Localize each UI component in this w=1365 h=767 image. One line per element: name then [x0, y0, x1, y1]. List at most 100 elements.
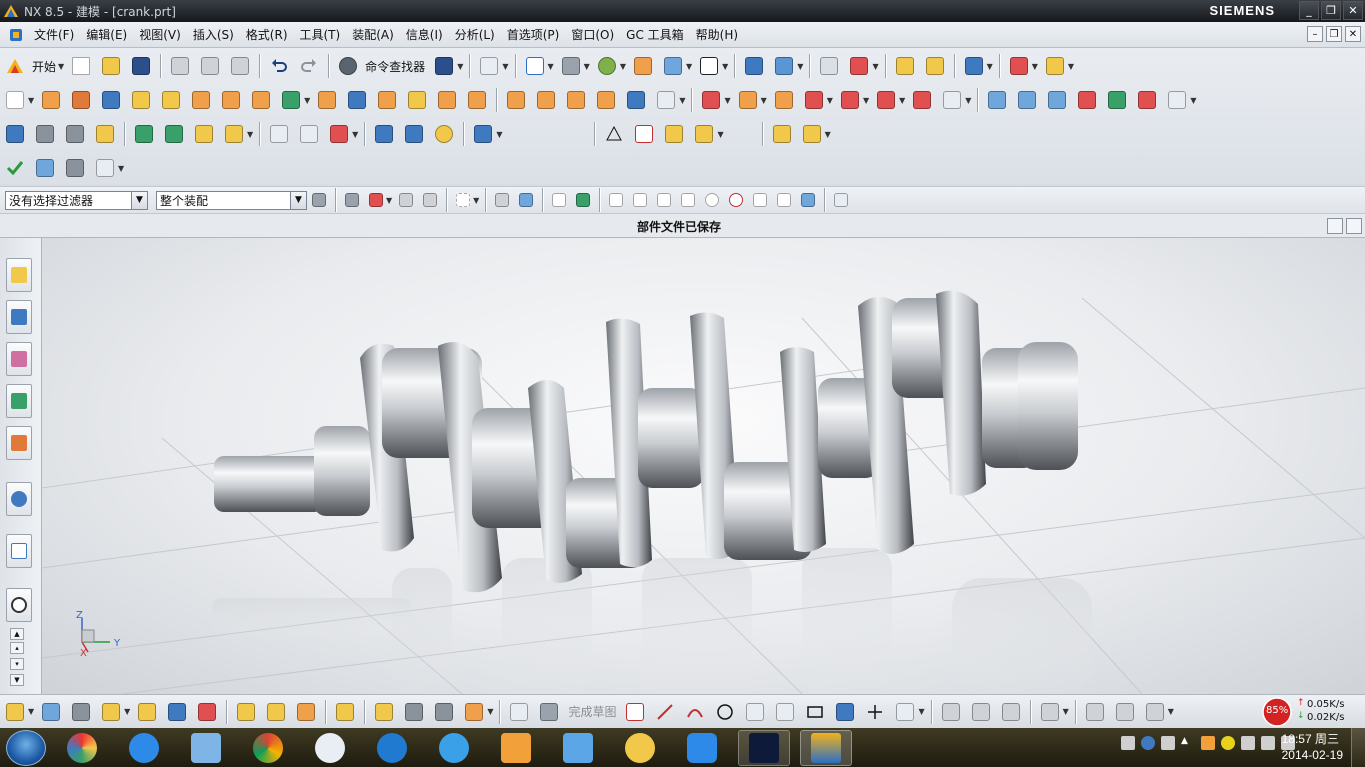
web-browser-tab[interactable] [6, 482, 32, 516]
full-screen-icon[interactable] [1346, 218, 1362, 234]
snap-center-icon[interactable] [702, 187, 722, 213]
chamfer-icon[interactable] [404, 87, 430, 113]
menu-tools[interactable]: 工具(T) [294, 26, 347, 43]
snap-curve-icon[interactable] [654, 187, 674, 213]
reference-set-icon[interactable] [38, 699, 64, 725]
add-part-icon[interactable] [98, 699, 124, 725]
show-hidden-icon[interactable]: ▲ [1181, 736, 1195, 750]
snap-intersection-icon[interactable] [750, 187, 770, 213]
datum-csys-icon[interactable] [846, 53, 872, 79]
copy-icon[interactable] [197, 53, 223, 79]
snap-quadrant-icon[interactable] [726, 187, 746, 213]
media-disc-icon[interactable] [304, 730, 356, 766]
hole-icon[interactable] [158, 87, 184, 113]
menu-file[interactable]: 文件(F) [28, 26, 80, 43]
open-folder-icon[interactable] [98, 53, 124, 79]
pull-face-icon[interactable] [735, 87, 761, 113]
select-component-icon[interactable] [516, 187, 536, 213]
assembly-order-icon[interactable] [2, 699, 28, 725]
status-cue-icon[interactable] [1327, 218, 1343, 234]
mirror-icon[interactable] [164, 699, 190, 725]
replace-component-icon[interactable] [134, 699, 160, 725]
app-menu-icon[interactable] [8, 27, 24, 43]
fillet-icon[interactable] [742, 699, 768, 725]
auto-constrain-icon[interactable] [1142, 699, 1168, 725]
pinwheel-app-icon[interactable] [56, 730, 108, 766]
assembly-yellow-icon[interactable] [769, 121, 795, 147]
explosion-icon[interactable] [233, 699, 259, 725]
active-app-icon[interactable] [738, 729, 790, 766]
gc-check-icon[interactable] [470, 121, 496, 147]
chevron-down-icon[interactable]: ▼ [131, 191, 147, 209]
k-app-icon[interactable] [366, 730, 418, 766]
polygon-icon[interactable] [832, 699, 858, 725]
assembly-constraint-icon[interactable] [194, 699, 220, 725]
triangle-sketch-icon[interactable] [601, 121, 627, 147]
synchronous-move-icon[interactable] [698, 87, 724, 113]
hd3d-tools-tab[interactable] [6, 426, 32, 460]
draft-icon[interactable] [464, 87, 490, 113]
mirror-assembly-icon[interactable] [191, 121, 217, 147]
assembly-navigator-icon[interactable] [2, 121, 28, 147]
menu-assembly[interactable]: 装配(A) [346, 26, 400, 43]
revolve-icon[interactable] [68, 87, 94, 113]
emboss-icon[interactable] [593, 87, 619, 113]
route-icon[interactable] [401, 699, 427, 725]
arc-icon[interactable] [296, 121, 322, 147]
offset-face-icon[interactable] [503, 87, 529, 113]
assembly-navigator-tab[interactable] [6, 258, 32, 292]
thicken-icon[interactable] [533, 87, 559, 113]
paper-plane-icon[interactable] [552, 730, 604, 766]
save-as-icon[interactable] [431, 53, 457, 79]
snap-settings-icon[interactable] [573, 187, 593, 213]
snap-line-icon[interactable] [606, 187, 626, 213]
n-sided-surface-icon[interactable] [1074, 87, 1100, 113]
reuse-library-tab[interactable] [6, 384, 32, 418]
paste-icon[interactable] [227, 53, 253, 79]
scroll-up-small-icon[interactable]: ▴ [10, 642, 24, 654]
background-icon[interactable] [696, 53, 722, 79]
system-materials-tab[interactable] [6, 588, 32, 622]
keyboard-icon[interactable] [1121, 736, 1135, 750]
harness-icon[interactable] [431, 699, 457, 725]
sequence-icon[interactable] [263, 699, 289, 725]
type-filter-select[interactable]: 没有选择过滤器 ▼ [5, 190, 148, 210]
windows-start-button[interactable] [6, 729, 46, 766]
undo-icon[interactable] [266, 53, 292, 79]
law-extension-icon[interactable] [1134, 87, 1160, 113]
deselect-icon[interactable] [396, 187, 416, 213]
mesh-surface-icon[interactable] [1014, 87, 1040, 113]
menu-gc-toolbox[interactable]: GC 工具箱 [620, 26, 690, 43]
command-finder-icon[interactable] [335, 53, 361, 79]
menu-edit[interactable]: 编辑(E) [80, 26, 133, 43]
measure-icon[interactable] [892, 53, 918, 79]
edge-blend-icon[interactable] [374, 87, 400, 113]
spring-icon[interactable] [371, 121, 397, 147]
cylinder-icon[interactable] [128, 87, 154, 113]
trim-body-icon[interactable] [314, 87, 340, 113]
crankshaft-model[interactable] [42, 238, 1365, 694]
gift-box-icon[interactable] [490, 730, 542, 766]
finish-sketch-icon[interactable] [536, 699, 562, 725]
plus-green-icon[interactable] [1221, 736, 1235, 750]
doc-close-button[interactable]: ✕ [1345, 26, 1361, 42]
input-method-icon[interactable] [1161, 736, 1175, 750]
wave-geometry-icon[interactable] [332, 699, 358, 725]
datum-axis-icon[interactable] [92, 155, 118, 181]
analysis-icon[interactable] [922, 53, 948, 79]
part-navigator-icon[interactable] [32, 155, 58, 181]
patch-icon[interactable] [653, 87, 679, 113]
distance-icon[interactable] [1006, 53, 1032, 79]
fit-view-icon[interactable] [522, 53, 548, 79]
minimize-button[interactable]: _ [1299, 1, 1319, 20]
cross-section-view-icon[interactable] [461, 699, 487, 725]
resize-blend-icon[interactable] [837, 87, 863, 113]
menu-view[interactable]: 视图(V) [133, 26, 187, 43]
internet-explorer-icon[interactable] [118, 730, 170, 766]
pattern-icon[interactable] [248, 87, 274, 113]
menu-window[interactable]: 窗口(O) [565, 26, 620, 43]
show-desktop-button[interactable] [1351, 728, 1365, 767]
offset-curve-icon[interactable] [326, 121, 352, 147]
check-icon[interactable] [2, 155, 28, 181]
redo-icon[interactable] [296, 53, 322, 79]
